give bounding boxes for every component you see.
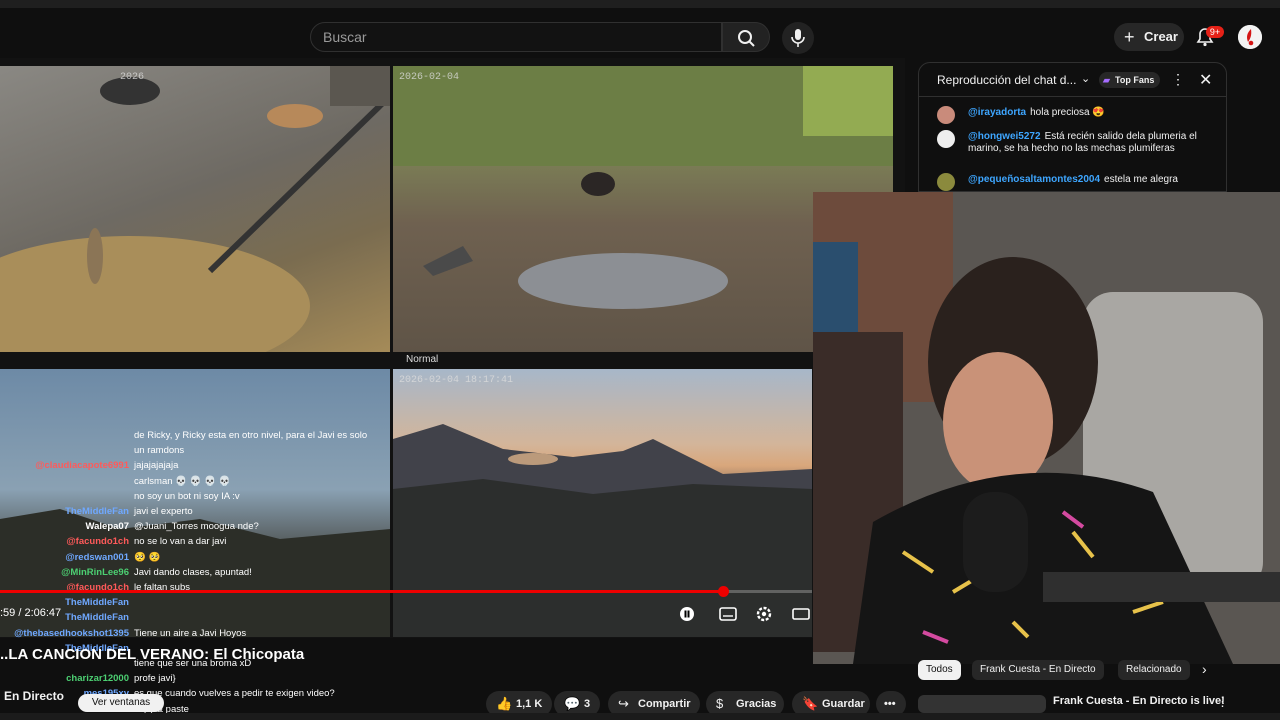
- overlay-chat-message: Tiene un aire a Javi Hoyos: [134, 627, 247, 639]
- subtitles-icon: [719, 607, 737, 621]
- scrubber-handle[interactable]: [718, 586, 729, 597]
- share-label: Compartir: [638, 698, 691, 710]
- like-count: 1,1 K: [516, 698, 543, 710]
- save-label: Guardar: [822, 698, 865, 710]
- overlay-chat-message: profe javi}: [134, 673, 176, 685]
- search-button[interactable]: [722, 22, 770, 52]
- tab-todos[interactable]: Todos: [918, 660, 961, 680]
- chat-author[interactable]: @pequeñosaltamontes2004: [968, 174, 1100, 185]
- overlay-chat-user: Walepa07: [85, 521, 129, 533]
- avatar: [937, 173, 955, 191]
- overlay-chat-user: TheMiddleFan: [65, 597, 129, 609]
- recommended-title[interactable]: Frank Cuesta - En Directo is live!: [1053, 695, 1225, 707]
- avatar: [937, 106, 955, 124]
- overlay-chat-user: @thebasedhookshot1395: [14, 627, 129, 639]
- overlay-chat-message: de Ricky, y Ricky esta en otro nivel, pa…: [134, 430, 368, 441]
- overlay-chat-message: javi el experto: [134, 506, 193, 517]
- notification-badge: 9+: [1206, 26, 1224, 38]
- more-icon: •••: [884, 698, 896, 710]
- view-mode-label[interactable]: Normal: [406, 354, 438, 365]
- chat-header: Reproducción del chat d... ⌄ ▰ Top Fans …: [919, 63, 1226, 97]
- avatar[interactable]: [1238, 25, 1262, 49]
- camera-feed-meerkats: 2026: [0, 66, 390, 352]
- overlay-chat-message: carlsman 💀 💀 💀 💀: [134, 475, 231, 487]
- thanks-label: Gracias: [736, 698, 777, 710]
- dusk-field-scene: [0, 509, 390, 637]
- search-icon: [738, 30, 755, 47]
- overlay-chat-user: TheMiddleFan: [65, 612, 129, 624]
- video-title: ..LA CANCION DEL VERANO: El Chicopata: [0, 646, 305, 663]
- camera-feed-sunset: 2026-02-04 18:17:41: [393, 369, 812, 637]
- chevron-right-icon[interactable]: ›: [1202, 661, 1207, 677]
- overlay-chat-user: @facundo1ch: [66, 536, 129, 548]
- overlay-chat-message: no soy un bot ni soy IA :v: [134, 490, 240, 502]
- recommended-item[interactable]: Frank Cuesta - En Directo is live! ⋮: [918, 693, 1229, 713]
- overlay-chat-message: es que cuando vuelves a pedir te exigen …: [134, 688, 335, 700]
- top-fans-icon: ▰: [1103, 75, 1110, 85]
- close-icon[interactable]: ✕: [1199, 70, 1212, 90]
- sunset-scene: [393, 424, 812, 637]
- live-chat-panel: Reproducción del chat d... ⌄ ▰ Top Fans …: [918, 62, 1227, 192]
- progress-fill: [0, 590, 723, 593]
- gear-icon: [756, 606, 772, 622]
- microphone-icon: [791, 29, 805, 47]
- meerkat-scene: [0, 66, 390, 352]
- camera-timestamp: 2026-02-04: [399, 72, 460, 83]
- progress-bar[interactable]: [0, 586, 812, 597]
- comment-count: 3: [584, 698, 591, 710]
- chevron-down-icon[interactable]: ⌄: [1081, 72, 1090, 85]
- overlay-chat-message: 🥺 🥺: [134, 551, 161, 563]
- more-vert-icon[interactable]: ⋮: [1171, 71, 1185, 88]
- avatar: [937, 130, 955, 148]
- recommended-thumbnail[interactable]: [918, 695, 1046, 713]
- masthead: Buscar + Crear 9+: [0, 0, 1280, 58]
- overlay-chat-message: jajajajajaja: [134, 460, 179, 472]
- top-fans-label: Top Fans: [1115, 75, 1155, 85]
- pause-button[interactable]: [676, 605, 698, 623]
- overlay-chat-message: Javi dando clases, apuntad!: [134, 566, 252, 578]
- overlay-chat-user: @redswan001: [65, 551, 129, 563]
- streamer-webcam-scene: [813, 192, 1280, 664]
- voice-search-button[interactable]: [782, 22, 814, 54]
- overlay-chat-user: @claudiacapote6991: [35, 460, 129, 472]
- live-label: En Directo: [4, 689, 65, 703]
- more-vert-icon[interactable]: ⋮: [1216, 694, 1229, 710]
- time-display: :59 / 2:06:47: [0, 607, 62, 619]
- chat-text: estela me alegra: [1104, 174, 1178, 185]
- search-input[interactable]: Buscar: [310, 22, 722, 52]
- ver-ventanas-button[interactable]: Ver ventanas: [78, 694, 164, 712]
- tab-relacionado[interactable]: Relacionado: [1118, 660, 1190, 680]
- profile-logo-icon: [1238, 25, 1262, 49]
- tab-frank-cuesta[interactable]: Frank Cuesta - En Directo: [972, 660, 1104, 680]
- chat-title[interactable]: Reproducción del chat d...: [937, 73, 1076, 87]
- create-label: Crear: [1144, 29, 1178, 44]
- pause-icon: [680, 607, 694, 621]
- camera-toolbar: Normal: [0, 354, 812, 368]
- camera-feed-dusk-field: [0, 369, 390, 637]
- chat-author[interactable]: @irayadorta: [968, 107, 1026, 118]
- settings-button[interactable]: [753, 605, 775, 623]
- overlay-chat-message: no se lo van a dar javi: [134, 536, 227, 548]
- plus-icon: +: [1124, 27, 1135, 47]
- os-taskbar: [0, 713, 1280, 720]
- overlay-chat-message: un ramdons: [134, 445, 185, 457]
- webcam-feed: [813, 192, 1280, 664]
- overlay-chat-user: @MinRinLee96: [61, 566, 129, 578]
- camera-timestamp: 2026-02-04 18:17:41: [399, 375, 514, 386]
- related-tabs: Todos Frank Cuesta - En Directo Relacion…: [918, 660, 1218, 682]
- theater-button[interactable]: [790, 605, 812, 623]
- overlay-chat-user: TheMiddleFan: [65, 506, 129, 517]
- overlay-chat-message: @Juani_Torres moogua nde?: [134, 521, 259, 533]
- create-button[interactable]: + Crear: [1114, 23, 1184, 51]
- subtitles-button[interactable]: [717, 605, 739, 623]
- top-fans-filter[interactable]: ▰ Top Fans: [1099, 72, 1161, 88]
- chat-author[interactable]: @hongwei5272: [968, 131, 1041, 142]
- theater-icon: [792, 608, 810, 620]
- overlay-chat-user: charizar12000: [66, 673, 129, 685]
- chat-text: hola preciosa 😍: [1030, 107, 1105, 118]
- camera-timestamp: 2026: [120, 72, 145, 83]
